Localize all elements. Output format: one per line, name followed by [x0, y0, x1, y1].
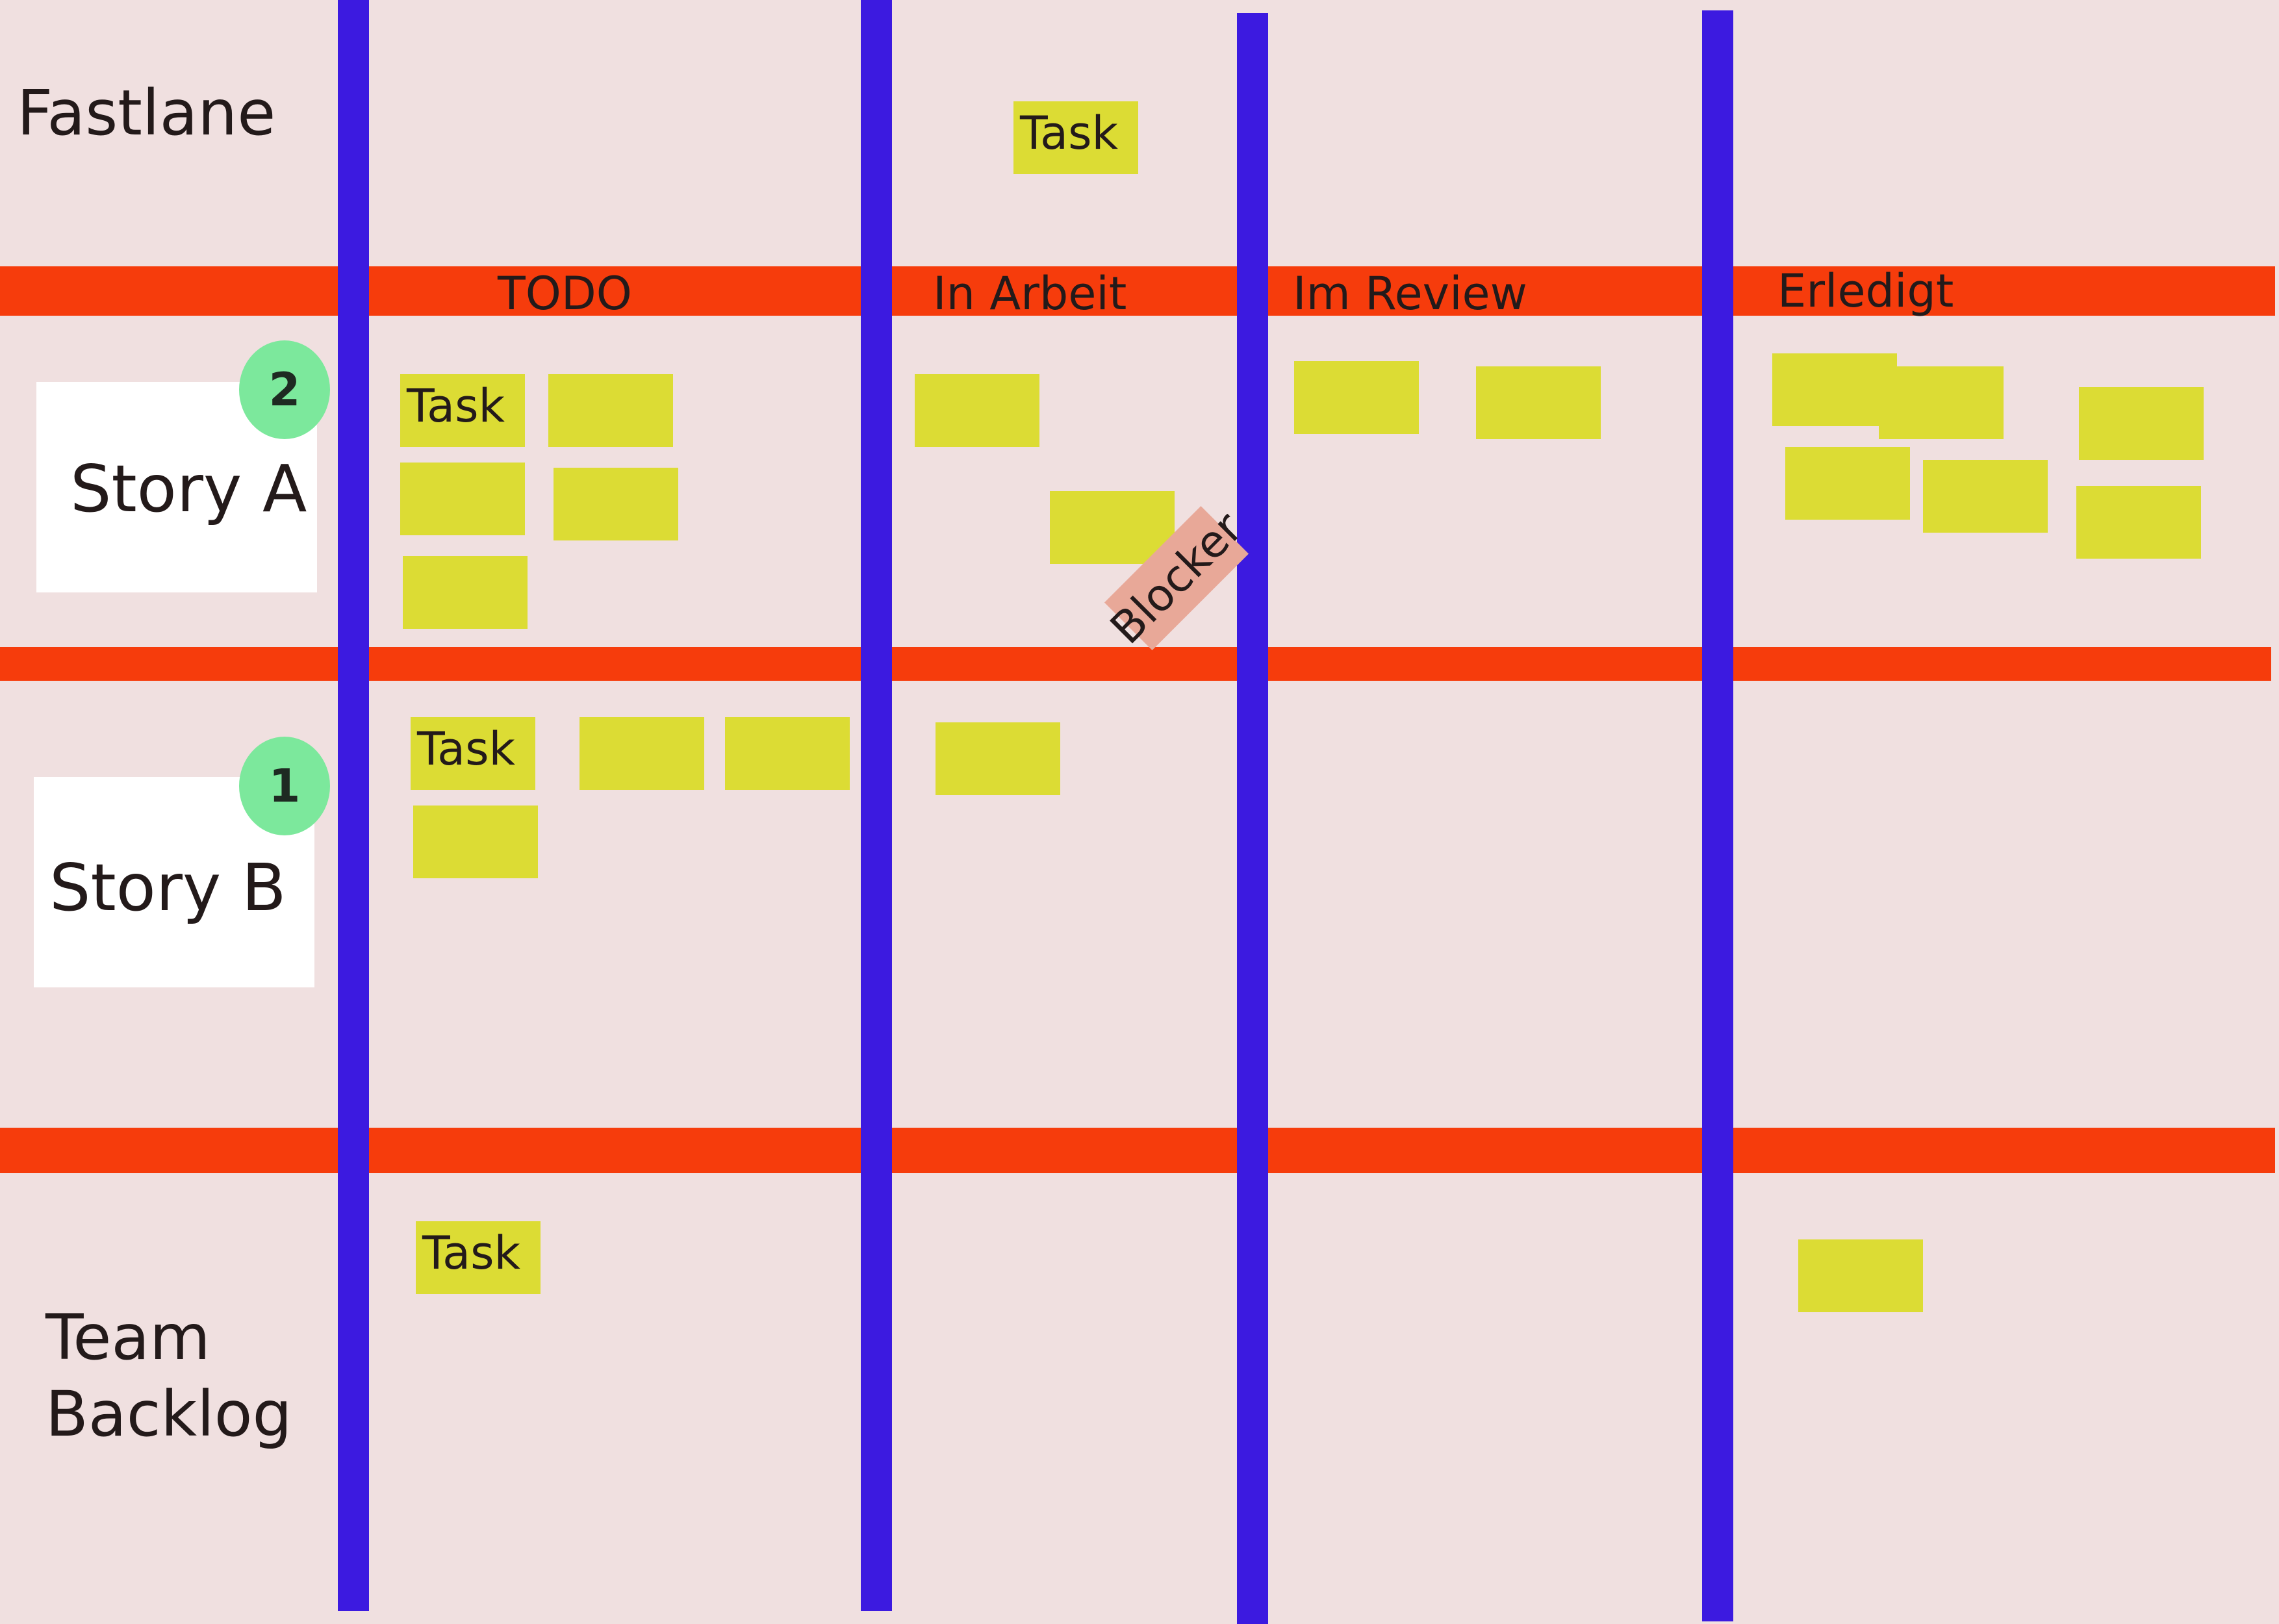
- task-sticky-note[interactable]: [1294, 361, 1419, 434]
- task-sticky-note[interactable]: [1879, 366, 2004, 439]
- column-header-in-arbeit: In Arbeit: [933, 267, 1127, 320]
- story-card-b-label: Story B: [49, 850, 286, 926]
- task-sticky-note[interactable]: [1476, 366, 1601, 439]
- lane-label-team-backlog-line2: Backlog: [45, 1378, 292, 1451]
- task-sticky-note[interactable]: [2076, 486, 2201, 559]
- task-label: Task: [417, 722, 516, 776]
- column-header-im-review: Im Review: [1293, 267, 1527, 320]
- task-sticky-note[interactable]: [936, 722, 1060, 795]
- column-divider-1: [338, 0, 369, 1611]
- task-sticky-note[interactable]: [403, 556, 528, 629]
- task-sticky-note[interactable]: Task: [1013, 101, 1138, 174]
- task-sticky-note[interactable]: [725, 717, 850, 790]
- task-sticky-note[interactable]: Task: [400, 374, 525, 447]
- column-divider-3: [1237, 13, 1268, 1624]
- task-label: Task: [422, 1226, 521, 1280]
- kanban-board: TODO In Arbeit Im Review Erledigt Fastla…: [0, 0, 2279, 1624]
- column-divider-4: [1702, 10, 1733, 1621]
- task-sticky-note[interactable]: [1785, 447, 1910, 520]
- task-sticky-note[interactable]: [400, 463, 525, 535]
- lane-label-team-backlog-line1: Team: [45, 1301, 210, 1374]
- column-header-erledigt: Erledigt: [1777, 264, 1954, 318]
- task-label: Task: [1020, 107, 1119, 160]
- story-a-task-count-badge: 2: [239, 340, 330, 439]
- column-header-todo: TODO: [498, 267, 632, 320]
- task-sticky-note[interactable]: [413, 806, 538, 878]
- story-card-a-label: Story A: [70, 451, 307, 527]
- task-label: Task: [407, 379, 505, 433]
- task-sticky-note[interactable]: [579, 717, 704, 790]
- column-divider-2: [861, 0, 892, 1611]
- task-sticky-note[interactable]: [548, 374, 673, 447]
- task-sticky-note[interactable]: [554, 468, 678, 540]
- task-sticky-note[interactable]: [915, 374, 1039, 447]
- task-sticky-note[interactable]: [2079, 387, 2204, 460]
- task-sticky-note[interactable]: [1798, 1239, 1923, 1312]
- task-sticky-note[interactable]: Task: [416, 1221, 541, 1294]
- story-b-task-count-badge: 1: [239, 737, 330, 835]
- task-sticky-note[interactable]: [1923, 460, 2048, 533]
- lane-label-fastlane: Fastlane: [17, 77, 276, 149]
- task-sticky-note[interactable]: Task: [411, 717, 535, 790]
- lane-label-team-backlog: Team Backlog: [45, 1299, 292, 1453]
